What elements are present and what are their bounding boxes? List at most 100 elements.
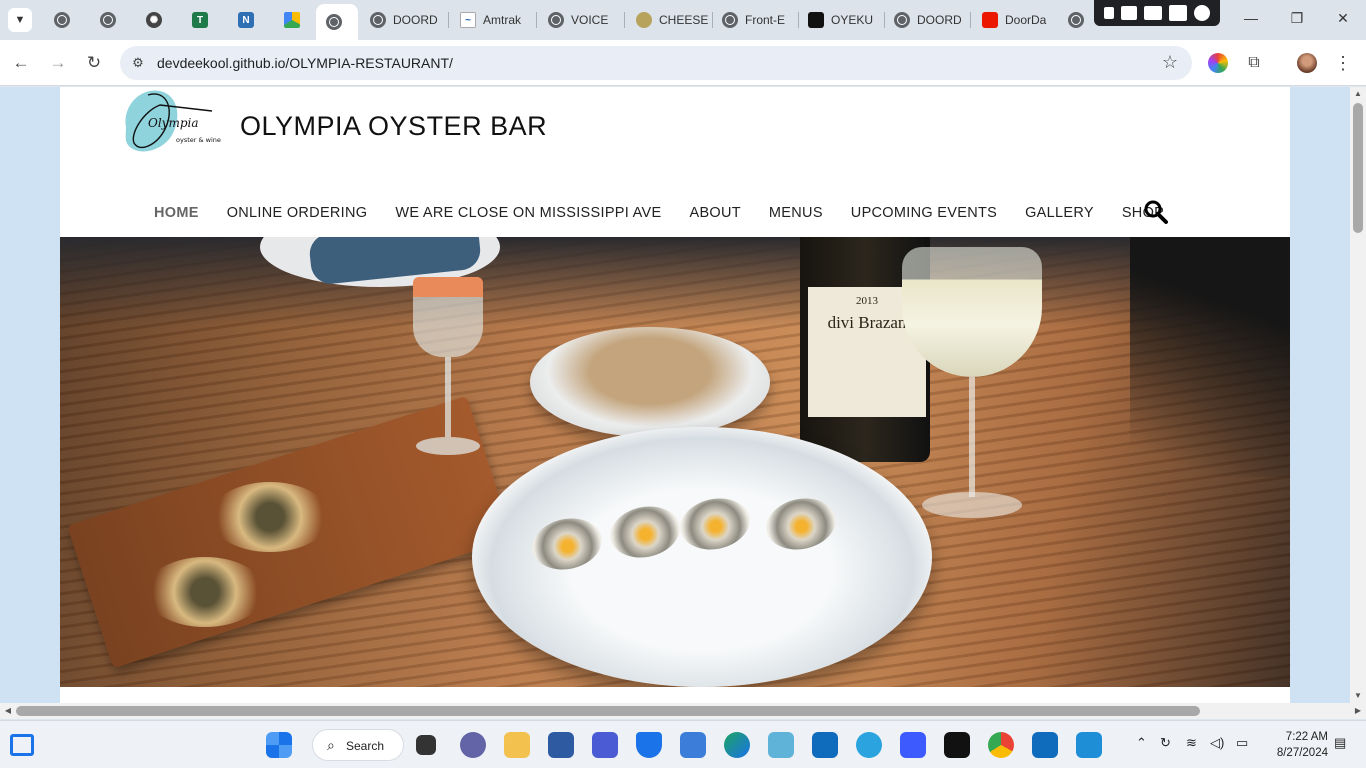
globe-icon <box>100 12 116 28</box>
nav-gallery[interactable]: GALLERY <box>1025 205 1094 221</box>
extensions-puzzle-icon[interactable]: ⧉ <box>1244 53 1264 73</box>
app-icon[interactable] <box>900 732 926 758</box>
browser-tab[interactable]: CHEESE <box>626 6 710 34</box>
main-navigation: HOME ONLINE ORDERING WE ARE CLOSE ON MIS… <box>154 203 1192 223</box>
tab-title: Amtrak <box>483 13 522 27</box>
vertical-scroll-thumb[interactable] <box>1353 103 1363 233</box>
browser-tab-active[interactable] <box>316 4 358 40</box>
back-button[interactable]: ← <box>10 52 32 74</box>
telegram-icon[interactable] <box>856 732 882 758</box>
volume-icon[interactable]: ◁) <box>1210 735 1224 751</box>
taskbar-search[interactable]: ⌕ Search <box>312 729 404 761</box>
video-icon[interactable] <box>1143 6 1162 20</box>
profile-avatar[interactable] <box>1297 53 1317 73</box>
browser-tab[interactable] <box>274 6 310 34</box>
teams-icon[interactable] <box>460 732 486 758</box>
chrome-icon[interactable] <box>988 732 1014 758</box>
browser-tab[interactable] <box>90 6 126 34</box>
codesandbox-icon <box>808 12 824 28</box>
camera-icon[interactable] <box>1120 6 1137 20</box>
app-icon[interactable] <box>592 732 618 758</box>
scroll-down-arrow[interactable]: ▼ <box>1350 689 1366 703</box>
tab-title: DOORD <box>917 13 962 27</box>
browser-toolbar: ← → ↻ ⚙ devdeekool.github.io/OLYMPIA-RES… <box>0 40 1366 86</box>
horizontal-scroll-thumb[interactable] <box>16 706 1200 716</box>
windows-start-icon[interactable] <box>266 732 292 758</box>
olympia-logo[interactable]: Olympia oyster & wine <box>120 87 224 155</box>
tab-title: DOORD <box>393 13 438 27</box>
url-text[interactable]: devdeekool.github.io/OLYMPIA-RESTAURANT/ <box>157 55 453 71</box>
widgets-icon[interactable] <box>10 734 34 756</box>
sync-icon[interactable]: ↻ <box>1160 735 1171 751</box>
taskbar-clock[interactable]: 7:22 AM 8/27/2024 <box>1262 729 1328 761</box>
browser-tab[interactable]: ~ Amtrak <box>450 6 534 34</box>
file-explorer-icon[interactable] <box>504 732 530 758</box>
notification-icon[interactable]: ▤ <box>1334 735 1346 751</box>
nav-online-ordering[interactable]: ONLINE ORDERING <box>227 205 368 221</box>
amtrak-icon: ~ <box>460 12 476 28</box>
wifi-icon[interactable]: ≋ <box>1186 735 1197 751</box>
scroll-right-arrow[interactable]: ▶ <box>1350 703 1366 719</box>
nav-about[interactable]: ABOUT <box>689 205 740 221</box>
scroll-up-arrow[interactable]: ▲ <box>1350 87 1366 101</box>
vscode-icon[interactable] <box>1076 732 1102 758</box>
defender-shield-icon[interactable] <box>636 732 662 758</box>
browser-tab[interactable] <box>44 6 80 34</box>
minimize-button[interactable]: — <box>1228 10 1274 26</box>
bookmark-star-icon[interactable]: ☆ <box>1162 52 1178 73</box>
tulane-icon: T <box>192 12 208 28</box>
browser-tab[interactable]: OYEKU <box>798 6 882 34</box>
browser-menu-icon[interactable]: ⋮ <box>1333 53 1353 73</box>
nav-home[interactable]: HOME <box>154 205 199 221</box>
photos-icon[interactable] <box>768 732 794 758</box>
horizontal-scrollbar[interactable]: ◀ ▶ <box>0 703 1366 719</box>
vertical-scrollbar[interactable]: ▲ ▼ <box>1350 87 1366 703</box>
pin-icon[interactable] <box>1103 7 1114 19</box>
outlook-icon[interactable] <box>812 732 838 758</box>
globe-icon <box>54 12 70 28</box>
battery-icon[interactable]: ▭ <box>1236 735 1248 751</box>
restore-button[interactable]: ❐ <box>1274 10 1320 27</box>
browser-tab[interactable] <box>1058 6 1090 34</box>
notepad-icon[interactable] <box>680 732 706 758</box>
logo-wordmark: Olympia <box>148 116 199 130</box>
edge-icon[interactable] <box>724 732 750 758</box>
logo-subtext: oyster & wine <box>176 136 221 144</box>
globe-icon <box>548 12 564 28</box>
screen-capture-toolbar <box>1094 0 1220 26</box>
scroll-left-arrow[interactable]: ◀ <box>0 703 16 719</box>
task-view-icon[interactable] <box>416 735 436 755</box>
gear-icon[interactable] <box>1194 5 1211 21</box>
microsoft-store-icon[interactable] <box>548 732 574 758</box>
browser-tab[interactable]: DOORD <box>360 6 444 34</box>
nav-menus[interactable]: MENUS <box>769 205 823 221</box>
forward-button[interactable]: → <box>47 52 69 74</box>
browser-tab[interactable]: T <box>182 6 218 34</box>
color-extension-icon[interactable] <box>1208 53 1228 73</box>
tab-search-button[interactable]: ▼ <box>8 8 32 32</box>
search-icon: ⌕ <box>327 737 335 753</box>
window-icon[interactable] <box>1169 5 1188 21</box>
browser-tab[interactable]: N <box>228 6 264 34</box>
search-icon[interactable] <box>1143 199 1169 225</box>
globe-icon <box>326 14 342 30</box>
outlook-icon[interactable] <box>1032 732 1058 758</box>
address-bar[interactable]: ⚙ devdeekool.github.io/OLYMPIA-RESTAURAN… <box>120 46 1192 80</box>
close-button[interactable]: ✕ <box>1320 10 1366 27</box>
tab-title: Front-E <box>745 13 786 27</box>
jetbrains-icon[interactable] <box>944 732 970 758</box>
globe-icon <box>722 12 738 28</box>
browser-tab[interactable]: DoorDa <box>972 6 1056 34</box>
clock-time: 7:22 AM <box>1285 731 1328 743</box>
nav-mississippi-ave[interactable]: WE ARE CLOSE ON MISSISSIPPI AVE <box>395 205 661 221</box>
nav-upcoming-events[interactable]: UPCOMING EVENTS <box>851 205 997 221</box>
browser-tab[interactable]: VOICE <box>538 6 622 34</box>
browser-tab[interactable]: DOORD <box>884 6 968 34</box>
browser-tab[interactable]: Front-E <box>712 6 796 34</box>
browser-tab[interactable]: ✺ <box>136 6 172 34</box>
reload-button[interactable]: ↻ <box>83 52 105 74</box>
globe-icon <box>894 12 910 28</box>
tray-chevron-icon[interactable]: ⌃ <box>1136 735 1147 751</box>
site-info-icon[interactable]: ⚙ <box>130 55 146 71</box>
site-title[interactable]: OLYMPIA OYSTER BAR <box>240 111 547 142</box>
